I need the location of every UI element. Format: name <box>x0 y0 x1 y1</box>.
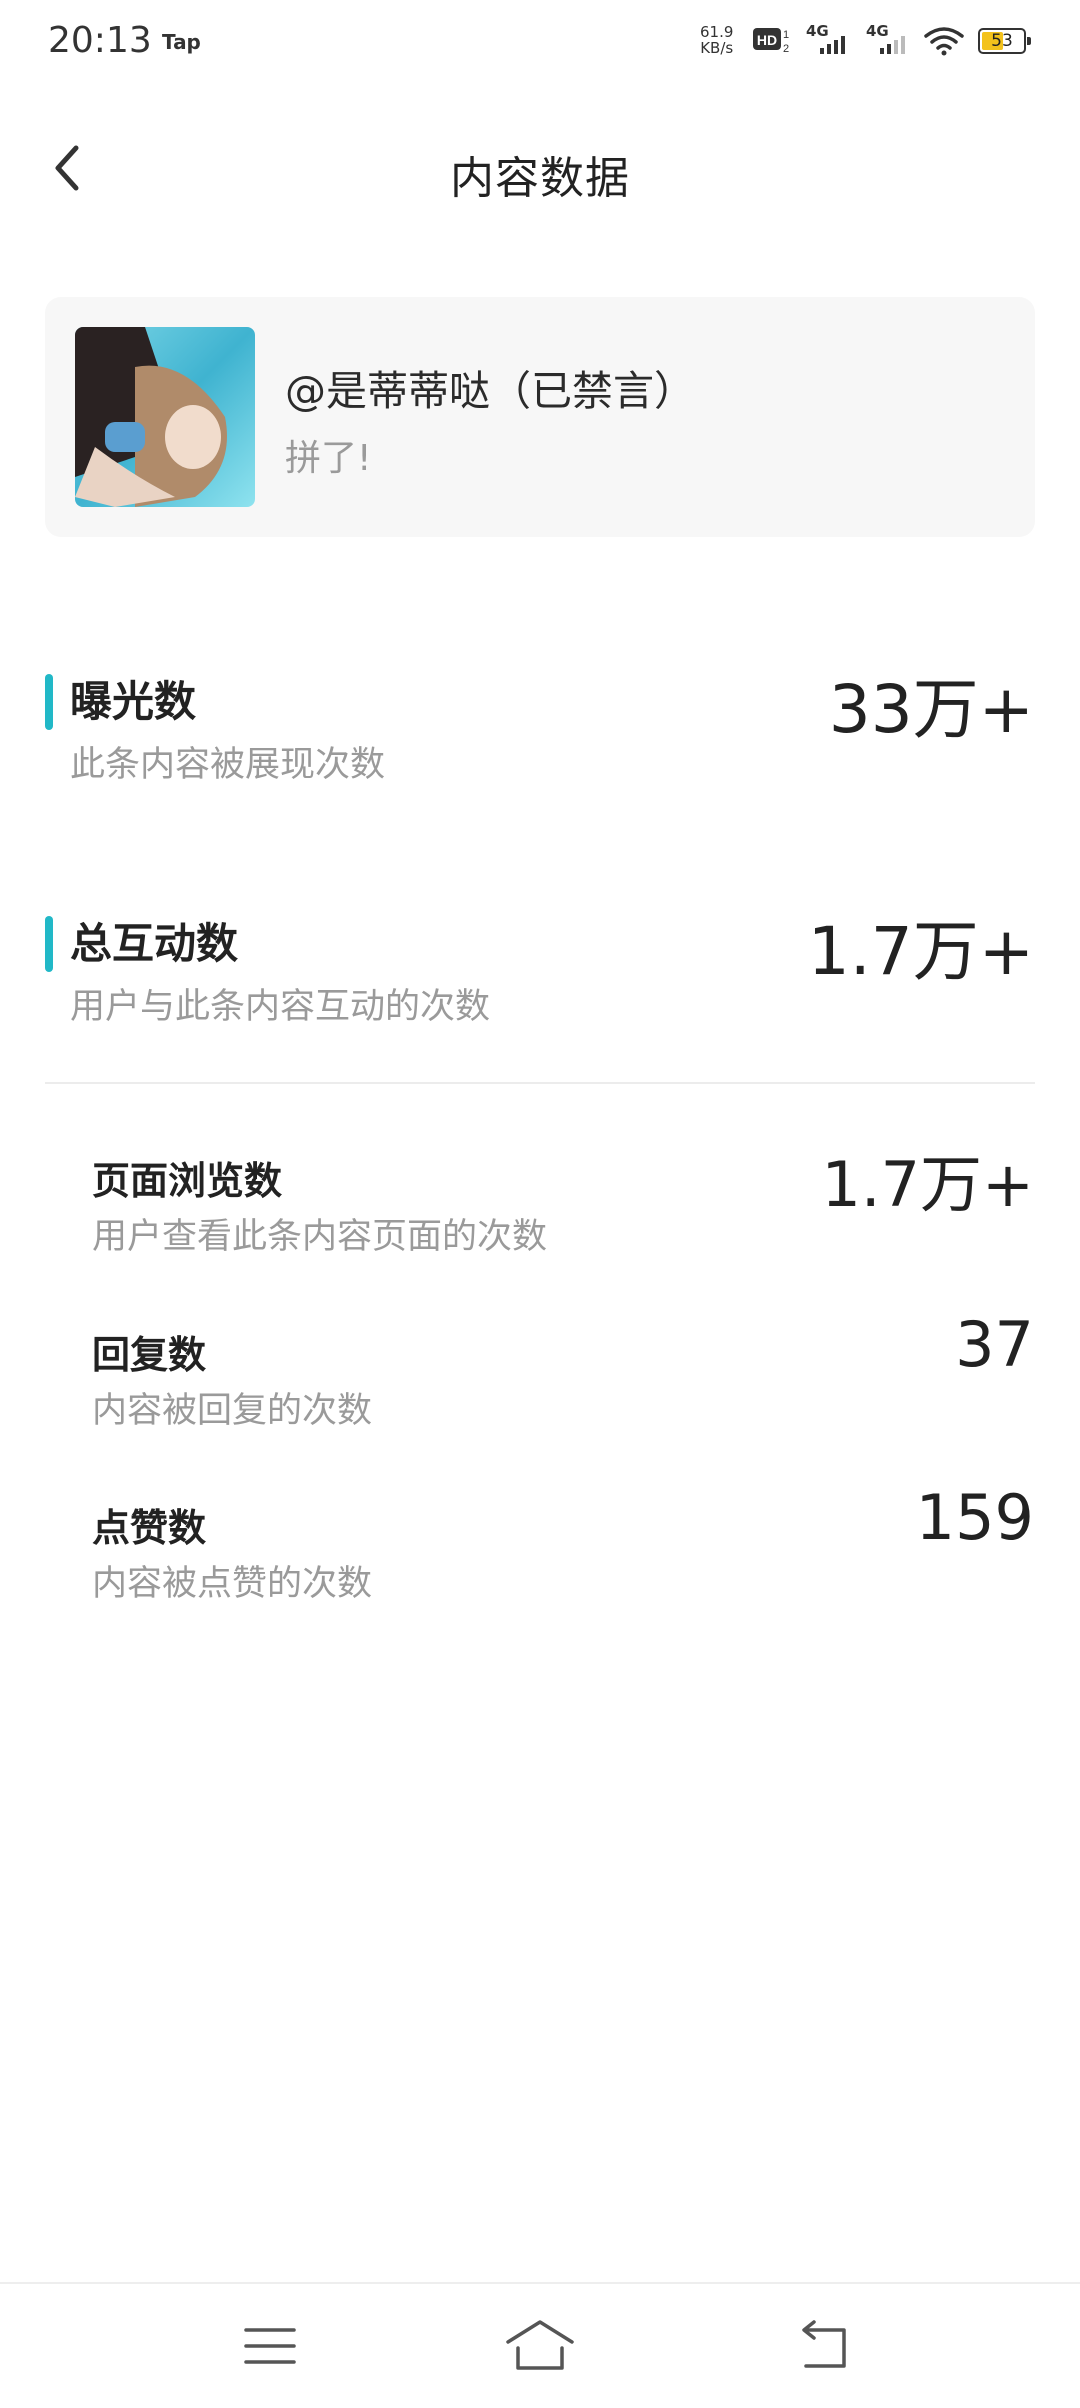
stat-desc: 内容被回复的次数 <box>92 1391 373 1431</box>
accent-bar <box>45 916 53 972</box>
post-text: 拼了! <box>285 438 372 479</box>
stat-label: 页面浏览数 <box>92 1159 283 1203</box>
stat-label: 总互动数 <box>70 919 239 968</box>
stat-value: 159 <box>915 1481 1034 1554</box>
signal-2-icon: 4G <box>866 22 916 58</box>
back-arrow-icon[interactable] <box>792 2314 856 2378</box>
post-card[interactable]: @是蒂蒂哒（已禁言） 拼了! <box>45 297 1035 537</box>
network-speed-unit: KB/s <box>700 39 734 57</box>
post-author[interactable]: @是蒂蒂哒（已禁言） <box>285 357 695 417</box>
network-speed: 61.9 KB/s <box>700 24 733 56</box>
divider <box>45 1082 1035 1084</box>
hd-icon: HD 1 2 <box>753 28 789 55</box>
status-app-label: Tap <box>162 30 201 54</box>
stat-desc: 此条内容被展现次数 <box>70 745 386 785</box>
content-data-page: 20:13 Tap 61.9 KB/s HD 1 2 4G 4G 53 内容数据… <box>0 0 1080 2408</box>
stat-value: 1.7万+ <box>807 913 1034 990</box>
page-title: 内容数据 <box>450 153 630 204</box>
stat-value: 33万+ <box>828 671 1034 748</box>
stat-label: 点赞数 <box>92 1506 207 1550</box>
system-nav-bar <box>0 2282 1080 2408</box>
status-bar: 20:13 Tap 61.9 KB/s HD 1 2 4G 4G 53 <box>0 0 1080 84</box>
network-speed-value: 61.9 <box>700 23 734 41</box>
svg-text:HD: HD <box>757 32 777 48</box>
svg-text:2: 2 <box>783 43 789 55</box>
post-thumbnail <box>75 327 255 507</box>
header: 内容数据 <box>0 118 1080 218</box>
stat-desc: 用户与此条内容互动的次数 <box>70 987 491 1027</box>
status-time: 20:13 <box>48 20 152 61</box>
battery-level: 53 <box>991 31 1013 51</box>
svg-text:1: 1 <box>783 29 789 41</box>
stat-desc: 用户查看此条内容页面的次数 <box>92 1217 548 1257</box>
stat-value: 1.7万+ <box>821 1148 1034 1221</box>
accent-bar <box>45 674 53 730</box>
stat-desc: 内容被点赞的次数 <box>92 1564 373 1604</box>
stat-label: 回复数 <box>92 1333 207 1377</box>
stat-value: 37 <box>955 1308 1034 1381</box>
home-icon[interactable] <box>504 2314 576 2378</box>
battery-icon: 53 <box>978 28 1031 54</box>
menu-icon[interactable] <box>238 2314 302 2378</box>
wifi-icon <box>924 27 964 56</box>
signal-1-icon: 4G <box>806 22 856 58</box>
stat-label: 曝光数 <box>70 677 197 726</box>
